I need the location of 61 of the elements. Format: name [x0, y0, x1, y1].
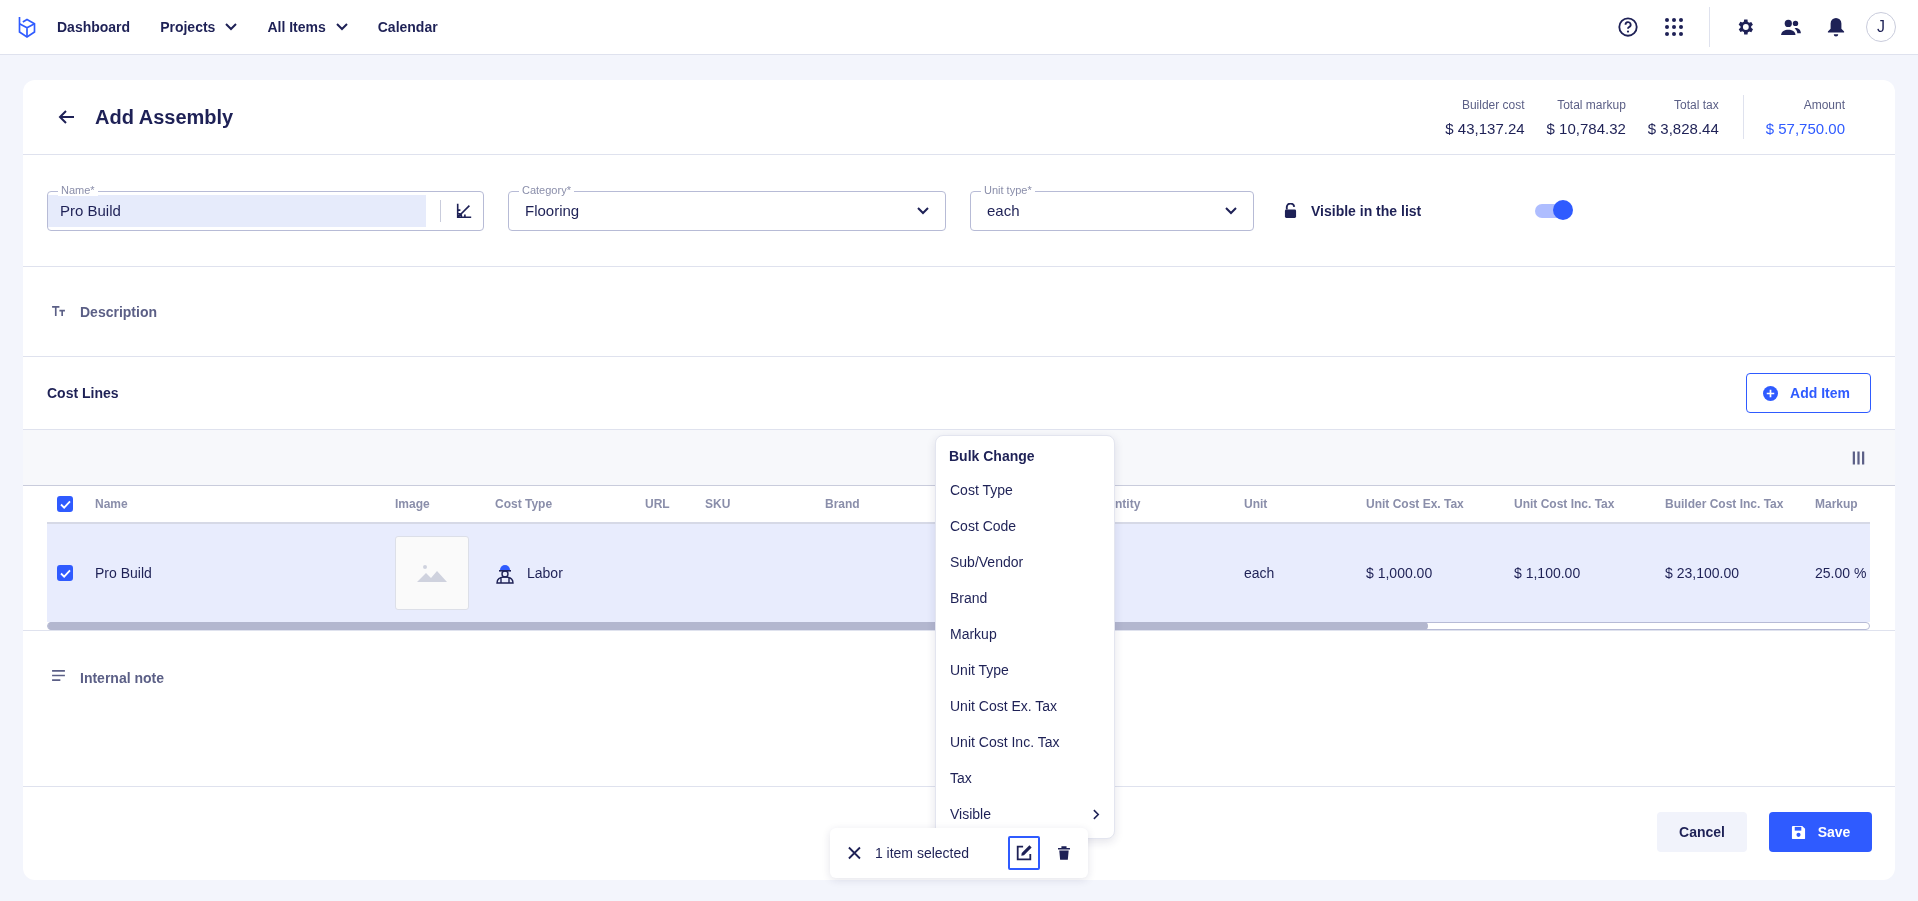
- visible-toggle[interactable]: [1535, 203, 1571, 218]
- help-icon[interactable]: [1617, 16, 1639, 38]
- text-format-icon: [51, 306, 66, 317]
- chevron-right-icon: [1093, 808, 1100, 820]
- nav-link[interactable]: Dashboard: [57, 19, 131, 35]
- menu-item[interactable]: Brand: [936, 580, 1114, 616]
- total-label: Amount: [1803, 97, 1845, 112]
- total-label: Total tax: [1674, 97, 1719, 112]
- menu-item[interactable]: Cost Type: [936, 472, 1114, 508]
- save-button[interactable]: Save: [1769, 812, 1872, 852]
- menu-item[interactable]: Sub/Vendor: [936, 544, 1114, 580]
- chevron-down-icon: [225, 23, 238, 31]
- add-item-button[interactable]: Add Item: [1746, 373, 1871, 413]
- table-cell: Labor: [527, 565, 563, 581]
- menu-item[interactable]: Unit Cost Ex. Tax: [936, 688, 1114, 724]
- internal-note-field[interactable]: Internal note: [80, 670, 164, 686]
- total-value: $ 43,137.24: [1445, 119, 1525, 137]
- chevron-down-icon: [917, 206, 929, 215]
- menu-title: Bulk Change: [948, 447, 1036, 466]
- menu-item[interactable]: Visible: [936, 796, 1114, 832]
- lock-icon: [1284, 203, 1297, 218]
- total-value: $ 57,750.00: [1765, 119, 1845, 137]
- table-cell-text: $ 1,000.00: [1366, 565, 1434, 581]
- total-label: Total markup: [1557, 97, 1626, 112]
- bell-icon[interactable]: [1827, 17, 1845, 37]
- logo-icon[interactable]: [17, 15, 37, 39]
- select-all-checkbox[interactable]: [57, 496, 73, 512]
- nav-link[interactable]: All Items: [267, 19, 348, 35]
- chevron-down-icon: [1225, 206, 1237, 215]
- total-value: $ 10,784.32: [1546, 119, 1626, 137]
- trash-icon[interactable]: [1058, 845, 1070, 861]
- page-title: Add Assembly: [95, 105, 234, 129]
- columns-icon[interactable]: [1852, 450, 1865, 465]
- chevron-down-icon: [335, 23, 348, 31]
- menu-item[interactable]: Tax: [936, 760, 1114, 796]
- people-icon[interactable]: [1780, 18, 1802, 36]
- close-icon[interactable]: [848, 846, 861, 860]
- lines-icon: [51, 670, 66, 681]
- menu-item[interactable]: Unit Cost Inc. Tax: [936, 724, 1114, 760]
- table-cell-text: 25.00 %: [1815, 565, 1868, 581]
- row-checkbox[interactable]: [57, 565, 73, 581]
- table-cell-text: $ 1,100.00: [1514, 565, 1582, 581]
- nav-link[interactable]: Projects: [160, 19, 238, 35]
- table-cell-text: $ 23,100.00: [1665, 565, 1740, 581]
- description-field[interactable]: Description: [80, 303, 157, 320]
- plus-circle-icon: [1763, 385, 1779, 401]
- cancel-button[interactable]: Cancel: [1657, 812, 1747, 852]
- edit-button[interactable]: [1008, 836, 1041, 870]
- total-value: $ 3,828.44: [1647, 119, 1719, 137]
- table-cell-text: Pro Build: [95, 565, 153, 581]
- total-label: Builder cost: [1461, 97, 1525, 112]
- ruler-pencil-icon[interactable]: [455, 201, 473, 220]
- visible-label: Visible in the list: [1311, 202, 1423, 219]
- selection-count: 1 item selected: [874, 845, 971, 861]
- nav-link[interactable]: Calendar: [377, 19, 438, 35]
- section-title: Cost Lines: [47, 385, 119, 401]
- worker-icon: [495, 562, 515, 584]
- table-cell-text: each: [1244, 565, 1276, 581]
- menu-item[interactable]: Unit Type: [936, 652, 1114, 688]
- edit-icon: [1015, 844, 1034, 862]
- apps-grid-icon[interactable]: [1664, 17, 1684, 37]
